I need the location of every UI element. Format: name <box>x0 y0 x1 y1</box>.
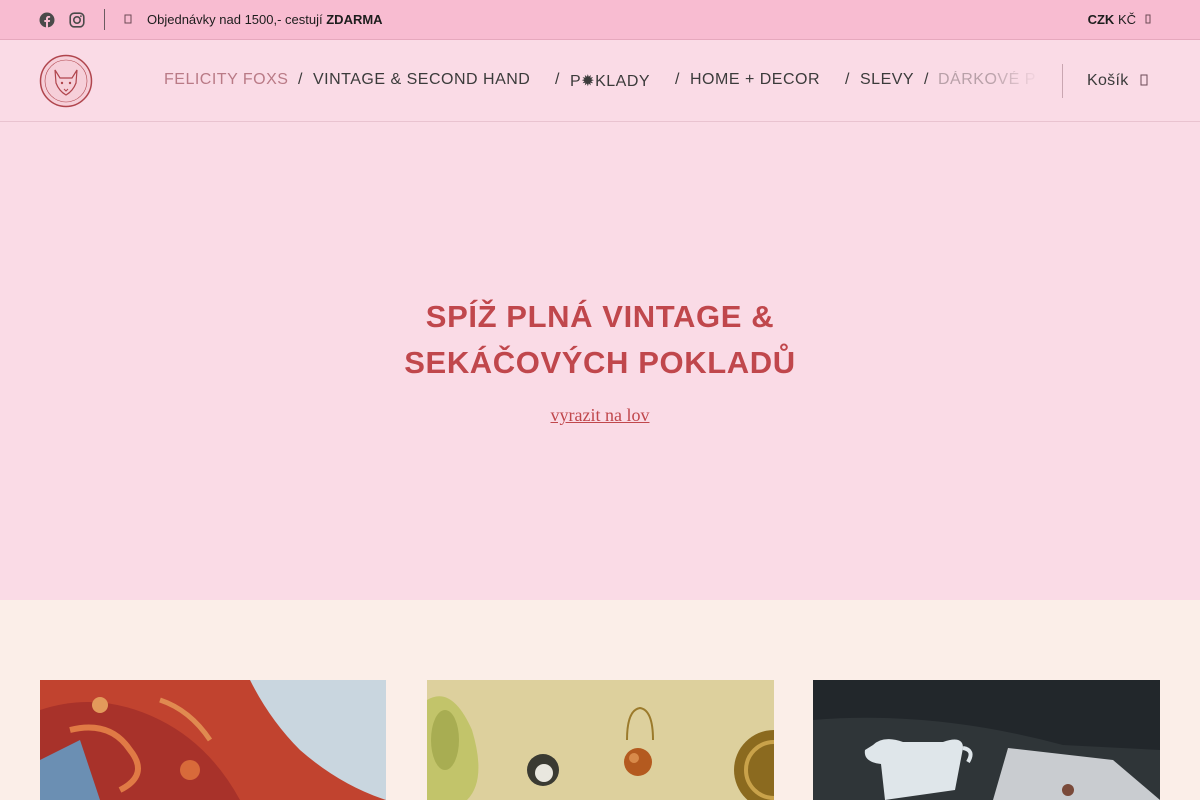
hero-banner: SPÍŽ PLNÁ VINTAGE & SEKÁČOVÝCH POKLADŮ v… <box>0 122 1200 600</box>
instagram-icon[interactable] <box>67 10 87 30</box>
nav-item-vintage-second-hand[interactable]: VINTAGE & SECOND HAND <box>313 71 530 89</box>
nav-overflow-fade <box>990 64 1042 98</box>
category-card-home-decor[interactable] <box>813 680 1160 800</box>
free-shipping-text: Objednávky nad 1500,- cestují <box>147 12 327 27</box>
cart-icon[interactable] <box>1139 73 1149 87</box>
nav-separator: / <box>555 71 560 88</box>
hero-title-line-2: SEKÁČOVÝCH POKLADŮ <box>404 345 796 380</box>
free-shipping-highlight: ZDARMA <box>326 12 383 27</box>
home-decor-image <box>813 680 1160 800</box>
hero-title: SPÍŽ PLNÁ VINTAGE & SEKÁČOVÝCH POKLADŮ <box>300 294 900 386</box>
cart-link[interactable]: Košík <box>1087 72 1129 90</box>
nav-item-slevy[interactable]: SLEVY <box>860 71 914 89</box>
nav-separator: / <box>924 71 929 88</box>
topbar-divider <box>104 9 105 30</box>
currency-symbol: KČ <box>1117 12 1136 27</box>
currency-selector[interactable]: CZK KČ <box>1088 12 1136 27</box>
truck-icon <box>122 12 134 26</box>
nav-item-poklady[interactable]: P✹KLADY <box>570 71 650 91</box>
main-header: FELICITY FOXS / VINTAGE & SECOND HAND / … <box>0 40 1200 122</box>
nav-item-home-decor[interactable]: HOME + DECOR <box>690 71 820 89</box>
logo[interactable] <box>39 54 93 108</box>
free-shipping-notice: Objednávky nad 1500,- cestují ZDARMA <box>147 12 383 27</box>
earrings-image <box>427 680 774 800</box>
hero-title-line-1: SPÍŽ PLNÁ VINTAGE & <box>425 299 775 334</box>
scarf-image <box>40 680 386 800</box>
chevron-down-icon[interactable] <box>1144 13 1152 25</box>
top-bar: Objednávky nad 1500,- cestují ZDARMA CZK… <box>0 0 1200 40</box>
nav-separator: / <box>675 71 680 88</box>
hero-cta-link[interactable]: vyrazit na lov <box>500 405 700 426</box>
category-card-vintage-scarf[interactable] <box>40 680 386 800</box>
currency-code: CZK <box>1087 12 1115 27</box>
main-navigation: FELICITY FOXS / VINTAGE & SECOND HAND / … <box>164 71 1040 93</box>
nav-separator: / <box>845 71 850 88</box>
category-card-vintage-earrings[interactable] <box>427 680 774 800</box>
facebook-icon[interactable] <box>37 10 57 30</box>
nav-separator: / <box>298 71 303 88</box>
header-divider <box>1062 64 1063 98</box>
nav-item-felicity-foxs[interactable]: FELICITY FOXS <box>164 71 288 89</box>
